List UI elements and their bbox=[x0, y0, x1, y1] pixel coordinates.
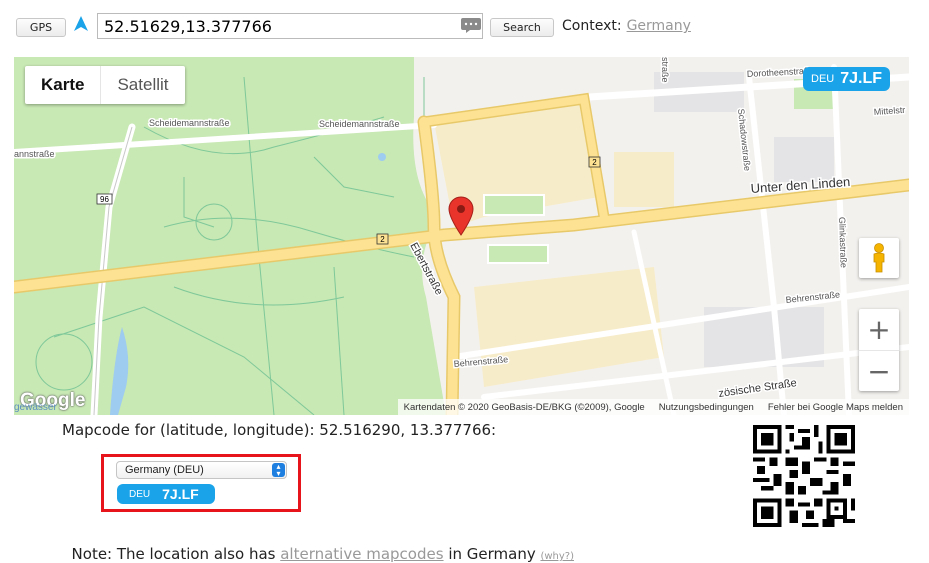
street-view-button[interactable] bbox=[859, 238, 899, 278]
map-mapcode-badge: DEU 7J.LF bbox=[803, 67, 891, 91]
mapcode-badge[interactable]: DEU 7J.LF bbox=[117, 484, 215, 504]
zoom-out-button[interactable]: − bbox=[859, 351, 899, 392]
road-shield-2a: 2 bbox=[380, 235, 385, 244]
mapcode-heading: Mapcode for (latitude, longitude): 52.51… bbox=[62, 421, 497, 439]
map-label-gewaesser: gewässer bbox=[14, 402, 57, 413]
pegman-icon bbox=[873, 243, 885, 273]
select-chevron-icon: ▴ ▾ bbox=[272, 463, 285, 478]
map-canvas[interactable]: 96 2 2 Scheidemannstraße Scheidemannstra… bbox=[14, 57, 909, 415]
why-link[interactable]: (why?) bbox=[540, 551, 574, 562]
map-type-toggle[interactable]: Karte Satellit bbox=[25, 66, 185, 104]
street-label-partial: annstraße bbox=[14, 149, 55, 159]
street-label-vertical-top: straße bbox=[660, 57, 670, 83]
context-country-link[interactable]: Germany bbox=[627, 18, 691, 34]
navigation-arrow-icon[interactable] bbox=[72, 15, 90, 33]
street-label-scheidemann-left: Scheidemannstraße bbox=[149, 118, 230, 128]
attribution-terms-link[interactable]: Nutzungsbedingungen bbox=[659, 402, 754, 413]
alternative-mapcodes-link[interactable]: alternative mapcodes bbox=[280, 545, 443, 563]
tab-map[interactable]: Karte bbox=[25, 66, 100, 104]
mapcode-code: 7J.LF bbox=[162, 486, 199, 502]
street-label-scheidemann-right: Scheidemannstraße bbox=[319, 119, 400, 129]
note-suffix: in Germany bbox=[443, 545, 541, 563]
country-select-value: Germany (DEU) bbox=[125, 464, 204, 476]
keyboard-icon[interactable] bbox=[461, 18, 481, 33]
search-button[interactable]: Search bbox=[490, 18, 554, 37]
qr-code bbox=[753, 425, 855, 527]
context-label: Context: bbox=[562, 18, 622, 34]
map-badge-country: DEU bbox=[811, 73, 835, 85]
zoom-control: + − bbox=[859, 309, 899, 391]
mapcode-country: DEU bbox=[129, 488, 151, 500]
attribution-report-link[interactable]: Fehler bei Google Maps melden bbox=[768, 402, 903, 413]
country-select[interactable]: Germany (DEU) ▴ ▾ bbox=[116, 461, 287, 479]
note-text: Note: The location also has alternative … bbox=[62, 527, 574, 563]
note-prefix: Note: The location also has bbox=[71, 545, 281, 563]
street-label-glinka: Glinkastraße bbox=[837, 217, 849, 268]
gps-button[interactable]: GPS bbox=[16, 18, 66, 37]
attribution-data: Kartendaten © 2020 GeoBasis-DE/BKG (©200… bbox=[403, 401, 645, 413]
road-shield-96: 96 bbox=[100, 195, 109, 204]
map-view[interactable]: 96 2 2 Scheidemannstraße Scheidemannstra… bbox=[14, 57, 909, 415]
coordinates-input[interactable] bbox=[97, 13, 483, 39]
map-badge-code: 7J.LF bbox=[840, 70, 883, 87]
road-shield-2b: 2 bbox=[592, 158, 597, 167]
zoom-in-button[interactable]: + bbox=[859, 309, 899, 351]
tab-satellite[interactable]: Satellit bbox=[100, 66, 184, 104]
map-attribution: Kartendaten © 2020 GeoBasis-DE/BKG (©200… bbox=[397, 399, 909, 415]
